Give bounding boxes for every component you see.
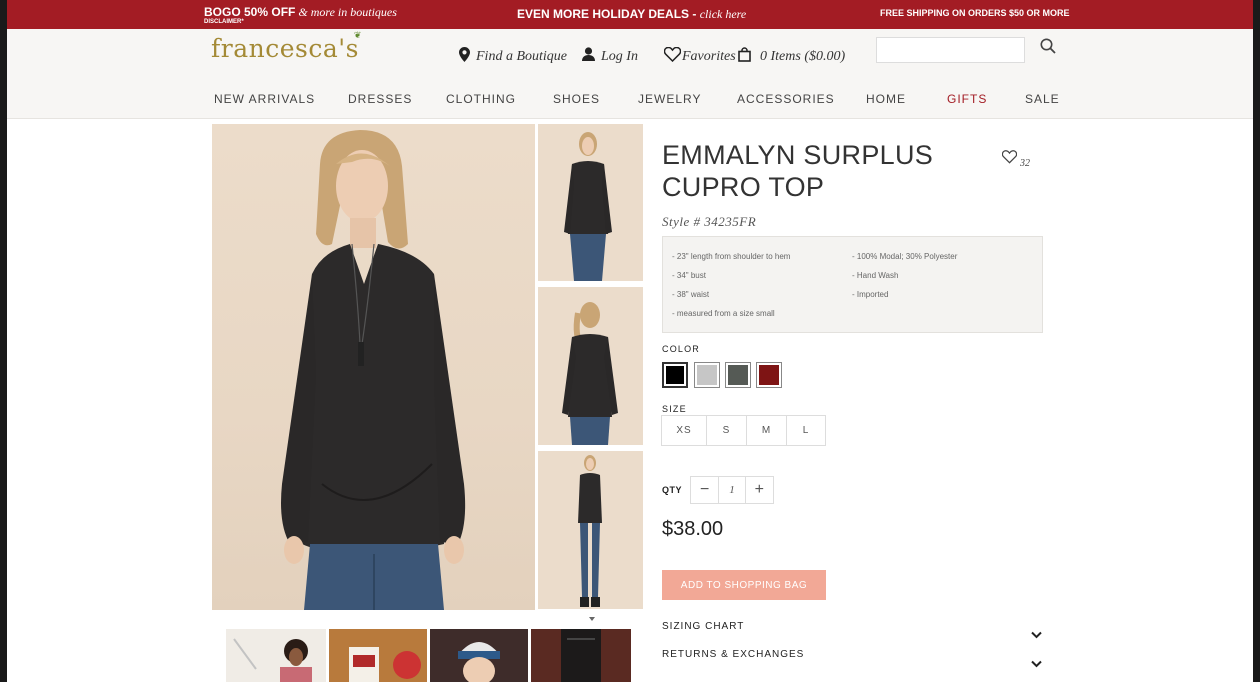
favorite-count: 32 bbox=[1020, 158, 1030, 169]
spec-origin: - Imported bbox=[852, 290, 889, 299]
promo-disclaimer-link[interactable]: DISCLAIMER* bbox=[204, 19, 244, 25]
heart-outline-icon bbox=[1001, 150, 1018, 169]
search-icon[interactable] bbox=[1040, 38, 1056, 59]
shopping-bag-icon bbox=[738, 47, 751, 67]
find-boutique-label: Find a Boutique bbox=[476, 49, 567, 64]
color-label: COLOR bbox=[662, 344, 701, 354]
map-pin-icon bbox=[459, 47, 470, 67]
qty-decrease-button[interactable]: − bbox=[691, 477, 718, 503]
color-swatch-black[interactable] bbox=[662, 362, 688, 388]
spec-bust: - 34" bust bbox=[672, 271, 706, 280]
lifestyle-image-2[interactable] bbox=[329, 629, 427, 682]
promo-bogo-text: BOGO 50% OFF bbox=[204, 5, 296, 19]
page: BOGO 50% OFF & more in boutiques DISCLAI… bbox=[7, 0, 1253, 682]
favorite-toggle[interactable]: 32 bbox=[1001, 150, 1030, 169]
size-option-xs[interactable]: XS bbox=[662, 416, 707, 445]
color-swatch-burgundy[interactable] bbox=[756, 362, 782, 388]
qty-input[interactable]: 1 bbox=[718, 477, 746, 503]
bag-summary: 0 Items ($0.00) bbox=[760, 49, 846, 64]
size-label: SIZE bbox=[662, 404, 687, 414]
spec-waist: - 38" waist bbox=[672, 290, 710, 299]
nav-sale[interactable]: SALE bbox=[1025, 92, 1060, 106]
sizing-chart-toggle[interactable]: SIZING CHART bbox=[662, 621, 744, 632]
nav-jewelry[interactable]: JEWELRY bbox=[638, 92, 701, 106]
qty-increase-button[interactable]: + bbox=[746, 477, 773, 503]
spec-measured: - measured from a size small bbox=[672, 309, 775, 318]
nav-gifts[interactable]: GIFTS bbox=[947, 92, 987, 106]
search-input[interactable] bbox=[876, 37, 1025, 63]
promo-click-here: click here bbox=[699, 7, 747, 21]
promo-bogo-subtext: & more in boutiques bbox=[295, 5, 397, 19]
quantity-stepper: − 1 + bbox=[690, 476, 774, 504]
shopping-bag-link[interactable]: 0 Items ($0.00) bbox=[738, 47, 845, 67]
product-price: $38.00 bbox=[662, 518, 724, 540]
size-selector: XS S M L bbox=[661, 415, 826, 446]
sprout-icon: ❦ bbox=[353, 31, 362, 41]
nav-shoes[interactable]: SHOES bbox=[553, 92, 600, 106]
add-to-bag-button[interactable]: ADD TO SHOPPING BAG bbox=[662, 570, 826, 600]
promo-free-shipping[interactable]: FREE SHIPPING ON ORDERS $50 OR MORE bbox=[880, 8, 1070, 18]
promo-holiday-text: EVEN MORE HOLIDAY DEALS - bbox=[517, 7, 700, 21]
spec-care: - Hand Wash bbox=[852, 271, 899, 280]
main-nav: NEW ARRIVALS DRESSES CLOTHING SHOES JEWE… bbox=[7, 92, 1253, 112]
product-specs: - 23" length from shoulder to hem - 34" … bbox=[662, 236, 1043, 333]
thumbnail-scroll-down-icon[interactable] bbox=[589, 617, 595, 621]
find-boutique-link[interactable]: Find a Boutique bbox=[459, 47, 567, 67]
site-header: francesca's ❦ Find a Boutique Log In Fav… bbox=[7, 29, 1253, 119]
log-in-link[interactable]: Log In bbox=[582, 47, 638, 66]
promo-bogo-link[interactable]: BOGO 50% OFF & more in boutiques bbox=[204, 6, 397, 18]
main-product-image[interactable] bbox=[212, 124, 535, 610]
nav-new-arrivals[interactable]: NEW ARRIVALS bbox=[214, 92, 315, 106]
lifestyle-image-3[interactable] bbox=[430, 629, 528, 682]
color-swatch-grey[interactable] bbox=[694, 362, 720, 388]
nav-dresses[interactable]: DRESSES bbox=[348, 92, 412, 106]
product-title: EMMALYN SURPLUS CUPRO TOP bbox=[662, 140, 934, 202]
heart-icon bbox=[663, 46, 682, 67]
nav-accessories[interactable]: ACCESSORIES bbox=[737, 92, 835, 106]
favorites-link[interactable]: Favorites bbox=[663, 46, 736, 67]
lifestyle-image-4[interactable] bbox=[531, 629, 631, 682]
returns-exchanges-toggle[interactable]: RETURNS & EXCHANGES bbox=[662, 649, 804, 660]
size-option-s[interactable]: S bbox=[707, 416, 747, 445]
francescas-logo[interactable]: francesca's ❦ bbox=[211, 31, 362, 63]
nav-home[interactable]: HOME bbox=[866, 92, 906, 106]
size-option-l[interactable]: L bbox=[787, 416, 825, 445]
log-in-label: Log In bbox=[601, 48, 638, 64]
thumbnail-back[interactable] bbox=[538, 287, 643, 445]
spec-length: - 23" length from shoulder to hem bbox=[672, 252, 791, 261]
logo-text: francesca's bbox=[211, 34, 359, 63]
color-swatch-charcoal[interactable] bbox=[725, 362, 751, 388]
promo-holiday-link[interactable]: EVEN MORE HOLIDAY DEALS - click here bbox=[517, 7, 746, 22]
thumbnail-full-length[interactable] bbox=[538, 451, 643, 609]
thumbnail-front[interactable] bbox=[538, 124, 643, 281]
sizing-chart-chevron-down-icon[interactable] bbox=[1031, 626, 1042, 644]
spec-material: - 100% Modal; 30% Polyester bbox=[852, 252, 958, 261]
qty-label: QTY bbox=[662, 485, 683, 495]
nav-clothing[interactable]: CLOTHING bbox=[446, 92, 516, 106]
style-number: Style # 34235FR bbox=[662, 214, 757, 229]
size-option-m[interactable]: M bbox=[747, 416, 787, 445]
user-icon bbox=[582, 47, 595, 66]
favorites-label: Favorites bbox=[682, 49, 736, 64]
returns-chevron-down-icon[interactable] bbox=[1031, 655, 1042, 673]
lifestyle-image-1[interactable] bbox=[226, 629, 326, 682]
promo-bar: BOGO 50% OFF & more in boutiques DISCLAI… bbox=[7, 0, 1253, 29]
